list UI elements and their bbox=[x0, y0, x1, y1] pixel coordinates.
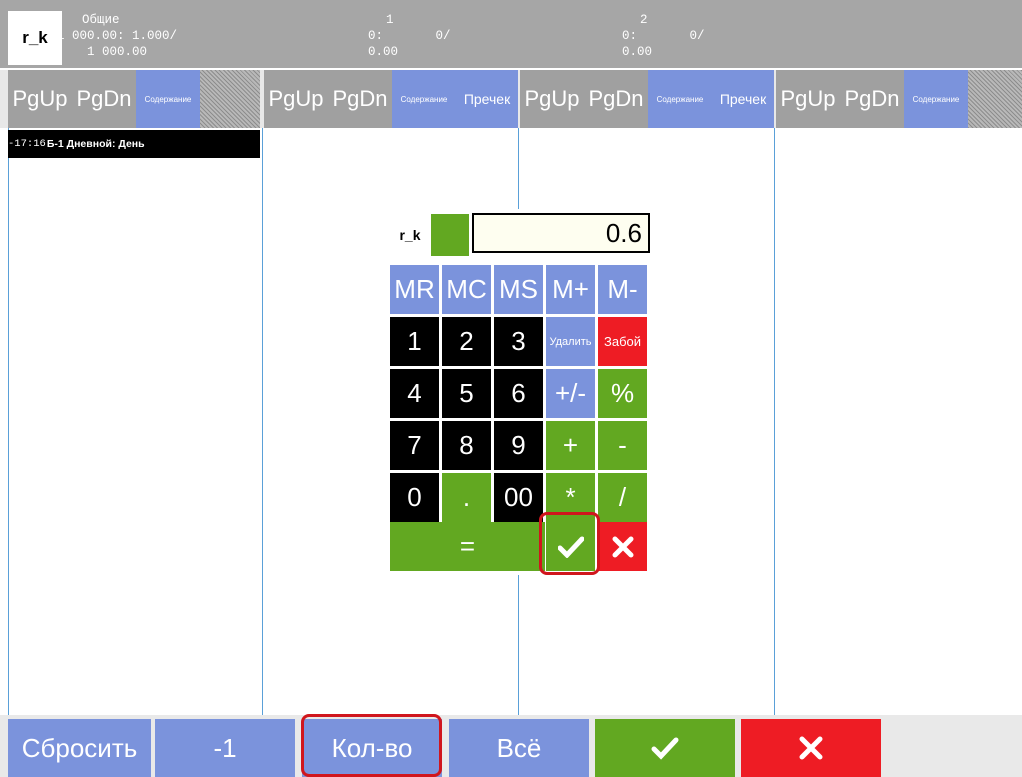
key-3[interactable]: 3 bbox=[494, 317, 543, 366]
add-button[interactable]: + bbox=[546, 421, 595, 470]
key-5[interactable]: 5 bbox=[442, 369, 491, 418]
precheck-button[interactable]: Пречек bbox=[456, 70, 518, 128]
delete-button[interactable]: Удалить bbox=[546, 317, 595, 366]
highlight-frame bbox=[301, 714, 442, 777]
page-up-button[interactable]: PgUp bbox=[264, 70, 328, 128]
bottom-bar: Сбросить -1 Кол-во Всё bbox=[0, 714, 1022, 777]
key-8[interactable]: 8 bbox=[442, 421, 491, 470]
hatched-placeholder bbox=[200, 70, 260, 128]
equals-button[interactable]: = bbox=[390, 522, 545, 571]
cancel-button[interactable] bbox=[598, 522, 647, 571]
precheck-button[interactable]: Пречек bbox=[712, 70, 774, 128]
header-column-line1: 1 000.00: 1.000/ bbox=[57, 29, 178, 43]
close-icon bbox=[799, 736, 823, 760]
key-2[interactable]: 2 bbox=[442, 317, 491, 366]
minus-one-button[interactable]: -1 bbox=[155, 719, 295, 777]
header-column-title: Общие bbox=[82, 13, 120, 27]
key-4[interactable]: 4 bbox=[390, 369, 439, 418]
key-0[interactable]: 0 bbox=[390, 473, 439, 522]
panel-divider bbox=[262, 128, 263, 715]
header-column-title: 2 bbox=[640, 13, 648, 27]
header-column-title: 1 bbox=[386, 13, 394, 27]
decimal-point-button[interactable]: . bbox=[442, 473, 491, 522]
page-down-button[interactable]: PgDn bbox=[72, 70, 136, 128]
header-column-line2: 0.00 bbox=[368, 45, 399, 59]
page-down-button[interactable]: PgDn bbox=[328, 70, 392, 128]
header-bar: r_k Общие 1 000.00: 1.000/ 1 000.00 1 0:… bbox=[0, 0, 1022, 68]
cancel-button[interactable] bbox=[741, 719, 881, 777]
page-up-button[interactable]: PgUp bbox=[520, 70, 584, 128]
page-down-button[interactable]: PgDn bbox=[584, 70, 648, 128]
memory-clear-button[interactable]: MC bbox=[442, 265, 491, 314]
reset-button[interactable]: Сбросить bbox=[8, 719, 151, 777]
calculator-display[interactable]: 0.6 bbox=[472, 213, 650, 253]
order-label: Б-1 Дневной: День bbox=[46, 138, 145, 150]
contents-button[interactable]: Содержание bbox=[648, 70, 712, 128]
panel-divider bbox=[8, 128, 9, 715]
subtract-button[interactable]: - bbox=[598, 421, 647, 470]
contents-button[interactable]: Содержание bbox=[136, 70, 200, 128]
toolbar: PgUp PgDn Содержание PgUp PgDn Содержани… bbox=[0, 70, 1022, 128]
key-9[interactable]: 9 bbox=[494, 421, 543, 470]
page-up-button[interactable]: PgUp bbox=[776, 70, 840, 128]
current-user: r_k bbox=[8, 11, 62, 65]
key-1[interactable]: 1 bbox=[390, 317, 439, 366]
key-7[interactable]: 7 bbox=[390, 421, 439, 470]
header-column-line2: 1 000.00 bbox=[87, 45, 148, 59]
contents-button[interactable]: Содержание bbox=[904, 70, 968, 128]
header-column-line1: 0: 0/ bbox=[622, 29, 705, 43]
backspace-button[interactable]: Забой bbox=[598, 317, 647, 366]
all-button[interactable]: Всё bbox=[449, 719, 589, 777]
order-time: -17:16 bbox=[8, 138, 46, 150]
memory-recall-button[interactable]: MR bbox=[390, 265, 439, 314]
panel-divider bbox=[774, 128, 775, 715]
page-down-button[interactable]: PgDn bbox=[840, 70, 904, 128]
page-up-button[interactable]: PgUp bbox=[8, 70, 72, 128]
percent-button[interactable]: % bbox=[598, 369, 647, 418]
calculator-user: r_k bbox=[399, 227, 421, 243]
plus-minus-button[interactable]: +/- bbox=[546, 369, 595, 418]
memory-add-button[interactable]: M+ bbox=[546, 265, 595, 314]
header-column-line1: 0: 0/ bbox=[368, 29, 451, 43]
highlight-frame bbox=[539, 512, 600, 575]
contents-button[interactable]: Содержание bbox=[392, 70, 456, 128]
close-icon bbox=[612, 536, 633, 557]
hatched-placeholder bbox=[968, 70, 1022, 128]
check-icon bbox=[651, 737, 679, 760]
confirm-button[interactable] bbox=[595, 719, 735, 777]
memory-subtract-button[interactable]: M- bbox=[598, 265, 647, 314]
status-indicator bbox=[431, 214, 469, 256]
key-00[interactable]: 00 bbox=[494, 473, 543, 522]
calculator-dialog: r_k 0.6 MR MC MS M+ M- 1 2 3 Удалить Заб… bbox=[386, 209, 654, 575]
header-column-line2: 0.00 bbox=[622, 45, 653, 59]
divide-button[interactable]: / bbox=[598, 473, 647, 522]
memory-store-button[interactable]: MS bbox=[494, 265, 543, 314]
order-item[interactable]: -17:16 Б-1 Дневной: День bbox=[8, 130, 260, 158]
key-6[interactable]: 6 bbox=[494, 369, 543, 418]
